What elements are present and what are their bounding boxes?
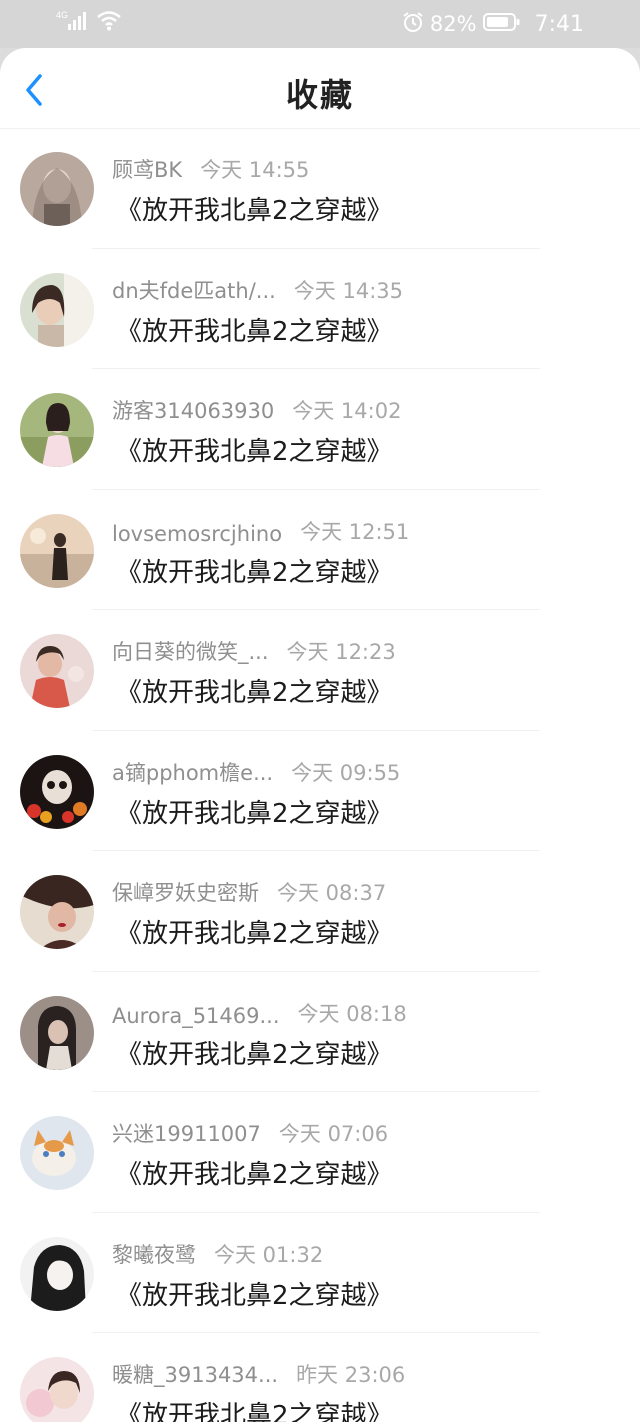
timestamp: 今天 09:55 bbox=[291, 760, 401, 785]
favorites-page: 收藏 顾鸢BK 今天 14:55 《放开我北鼻2之穿越》 dn夫fde匹ath/.… bbox=[0, 48, 640, 1422]
story-title[interactable]: 《放开我北鼻2之穿越》 bbox=[116, 1154, 393, 1191]
avatar[interactable] bbox=[20, 1357, 94, 1422]
user-name[interactable]: 顾鸢BK bbox=[112, 154, 182, 184]
status-bar: 4G 82% 7:41 bbox=[0, 0, 640, 48]
avatar[interactable] bbox=[20, 754, 94, 829]
list-item[interactable]: 暖糖_3913434... 昨天 23:06 《放开我北鼻2之穿越》 bbox=[0, 1333, 640, 1422]
list-item[interactable]: 保嶂罗妖史密斯 今天 08:37 《放开我北鼻2之穿越》 bbox=[0, 851, 640, 972]
battery-icon bbox=[482, 12, 521, 37]
avatar[interactable] bbox=[20, 1116, 94, 1190]
story-title[interactable]: 《放开我北鼻2之穿越》 bbox=[116, 552, 393, 589]
item-meta: dn夫fde匹ath/... 今天 14:35 bbox=[112, 275, 403, 305]
user-name[interactable]: a镝pphom檐e... bbox=[112, 757, 273, 787]
user-name[interactable]: lovsemosrcjhino bbox=[112, 522, 282, 546]
list-item[interactable]: 顾鸢BK 今天 14:55 《放开我北鼻2之穿越》 bbox=[0, 128, 640, 249]
list-item[interactable]: 向日葵的微笑_... 今天 12:23 《放开我北鼻2之穿越》 bbox=[0, 610, 640, 731]
story-title[interactable]: 《放开我北鼻2之穿越》 bbox=[116, 1034, 393, 1071]
story-title[interactable]: 《放开我北鼻2之穿越》 bbox=[116, 793, 393, 830]
battery-percent: 82% bbox=[429, 12, 477, 36]
timestamp: 今天 12:23 bbox=[286, 640, 396, 664]
avatar[interactable] bbox=[20, 152, 94, 226]
timestamp: 今天 08:18 bbox=[297, 1001, 407, 1026]
status-left: 4G bbox=[56, 9, 122, 35]
list-item[interactable]: lovsemosrcjhino 今天 12:51 《放开我北鼻2之穿越》 bbox=[0, 490, 640, 610]
item-meta: 暖糖_3913434... 昨天 23:06 bbox=[112, 1359, 405, 1389]
timestamp: 昨天 23:06 bbox=[296, 1363, 406, 1387]
story-title[interactable]: 《放开我北鼻2之穿越》 bbox=[116, 190, 393, 227]
avatar[interactable] bbox=[20, 272, 94, 347]
list-item[interactable]: a镝pphom檐e... 今天 09:55 《放开我北鼻2之穿越》 bbox=[0, 731, 640, 851]
timestamp: 今天 07:06 bbox=[278, 1122, 389, 1146]
timestamp: 今天 14:35 bbox=[293, 278, 403, 303]
page-title: 收藏 bbox=[285, 76, 354, 114]
list-item[interactable]: 黎曦夜鹭 今天 01:32 《放开我北鼻2之穿越》 bbox=[0, 1213, 640, 1333]
avatar[interactable] bbox=[20, 995, 94, 1070]
item-meta: 向日葵的微笑_... 今天 12:23 bbox=[112, 636, 396, 666]
user-name[interactable]: 黎曦夜鹭 bbox=[112, 1239, 196, 1269]
story-title[interactable]: 《放开我北鼻2之穿越》 bbox=[116, 913, 393, 950]
item-meta: 游客314063930 今天 14:02 bbox=[112, 395, 401, 425]
list-item[interactable]: Aurora_51469... 今天 08:18 《放开我北鼻2之穿越》 bbox=[0, 972, 640, 1092]
item-meta: 兴迷19911007 今天 07:06 bbox=[112, 1118, 388, 1148]
item-meta: 黎曦夜鹭 今天 01:32 bbox=[112, 1239, 323, 1269]
user-name[interactable]: 兴迷19911007 bbox=[112, 1118, 261, 1148]
clock: 7:41 bbox=[534, 11, 584, 37]
cellular-signal-icon: 4G bbox=[56, 9, 88, 35]
user-name[interactable]: 向日葵的微笑_... bbox=[112, 636, 269, 666]
list-item[interactable]: 游客314063930 今天 14:02 《放开我北鼻2之穿越》 bbox=[0, 369, 640, 490]
user-name[interactable]: 保嶂罗妖史密斯 bbox=[112, 877, 259, 907]
list-item[interactable]: dn夫fde匹ath/... 今天 14:35 《放开我北鼻2之穿越》 bbox=[0, 249, 640, 369]
item-meta: Aurora_51469... 今天 08:18 bbox=[112, 998, 407, 1028]
svg-text:4G: 4G bbox=[56, 10, 68, 20]
item-meta: 保嶂罗妖史密斯 今天 08:37 bbox=[112, 877, 386, 907]
avatar[interactable] bbox=[20, 513, 94, 588]
timestamp: 今天 12:51 bbox=[300, 519, 410, 544]
timestamp: 今天 01:32 bbox=[214, 1242, 324, 1267]
story-title[interactable]: 《放开我北鼻2之穿越》 bbox=[116, 1275, 393, 1312]
item-meta: a镝pphom檐e... 今天 09:55 bbox=[112, 757, 400, 787]
avatar[interactable] bbox=[20, 393, 94, 467]
story-title[interactable]: 《放开我北鼻2之穿越》 bbox=[116, 672, 393, 709]
status-right: 82% 7:41 bbox=[402, 9, 584, 39]
item-meta: lovsemosrcjhino 今天 12:51 bbox=[112, 516, 409, 546]
user-name[interactable]: 暖糖_3913434... bbox=[112, 1359, 278, 1389]
nav-bar: 收藏 bbox=[0, 48, 640, 129]
item-meta: 顾鸢BK 今天 14:55 bbox=[112, 154, 309, 184]
user-name[interactable]: dn夫fde匹ath/... bbox=[112, 275, 276, 305]
story-title[interactable]: 《放开我北鼻2之穿越》 bbox=[116, 1395, 393, 1422]
favorites-list: 顾鸢BK 今天 14:55 《放开我北鼻2之穿越》 dn夫fde匹ath/... 今… bbox=[0, 128, 640, 1422]
wifi-icon bbox=[96, 9, 122, 35]
user-name[interactable]: Aurora_51469... bbox=[112, 1004, 280, 1028]
timestamp: 今天 14:02 bbox=[292, 399, 402, 423]
avatar[interactable] bbox=[20, 1236, 94, 1311]
alarm-icon bbox=[402, 11, 424, 38]
avatar[interactable] bbox=[20, 634, 94, 708]
story-title[interactable]: 《放开我北鼻2之穿越》 bbox=[116, 431, 393, 468]
timestamp: 今天 08:37 bbox=[277, 881, 387, 905]
user-name[interactable]: 游客314063930 bbox=[112, 395, 274, 425]
avatar[interactable] bbox=[20, 875, 94, 949]
story-title[interactable]: 《放开我北鼻2之穿越》 bbox=[116, 311, 393, 348]
timestamp: 今天 14:55 bbox=[200, 158, 310, 182]
list-item[interactable]: 兴迷19911007 今天 07:06 《放开我北鼻2之穿越》 bbox=[0, 1092, 640, 1213]
